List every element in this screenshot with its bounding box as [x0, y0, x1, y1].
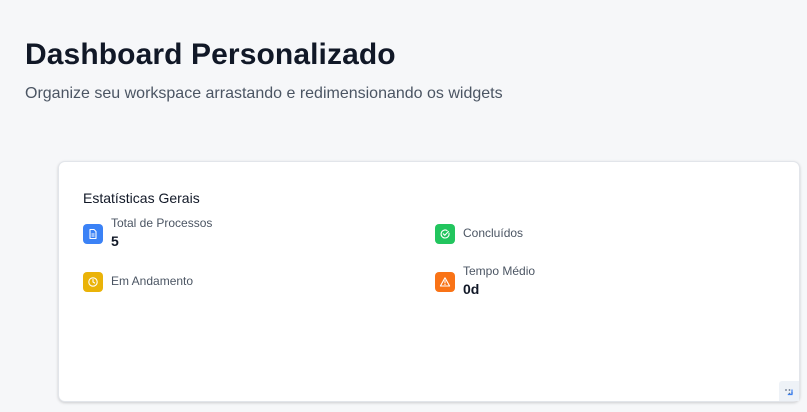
warning-icon	[435, 272, 455, 292]
statistics-widget[interactable]: Estatísticas Gerais Total de Processos 5…	[58, 161, 800, 402]
stat-average-time: Tempo Médio 0d	[435, 264, 735, 301]
page-title: Dashboard Personalizado	[25, 38, 396, 71]
check-circle-icon	[435, 224, 455, 244]
clock-icon	[83, 272, 103, 292]
stat-label: Concluídos	[463, 226, 524, 240]
resize-handle-icon[interactable]	[779, 381, 799, 401]
stat-total-processes: Total de Processos 5	[83, 216, 383, 253]
stat-value: 5	[111, 233, 119, 249]
widget-title: Estatísticas Gerais	[83, 190, 200, 206]
page-subtitle: Organize seu workspace arrastando e redi…	[25, 85, 503, 102]
stat-value: 0d	[463, 281, 480, 297]
document-icon	[83, 224, 103, 244]
stat-label: Total de Processos	[111, 216, 213, 230]
stat-completed: Concluídos	[435, 223, 735, 253]
stat-label: Tempo Médio	[463, 264, 536, 278]
stat-label: Em Andamento	[111, 274, 194, 288]
stat-in-progress: Em Andamento	[83, 271, 383, 301]
